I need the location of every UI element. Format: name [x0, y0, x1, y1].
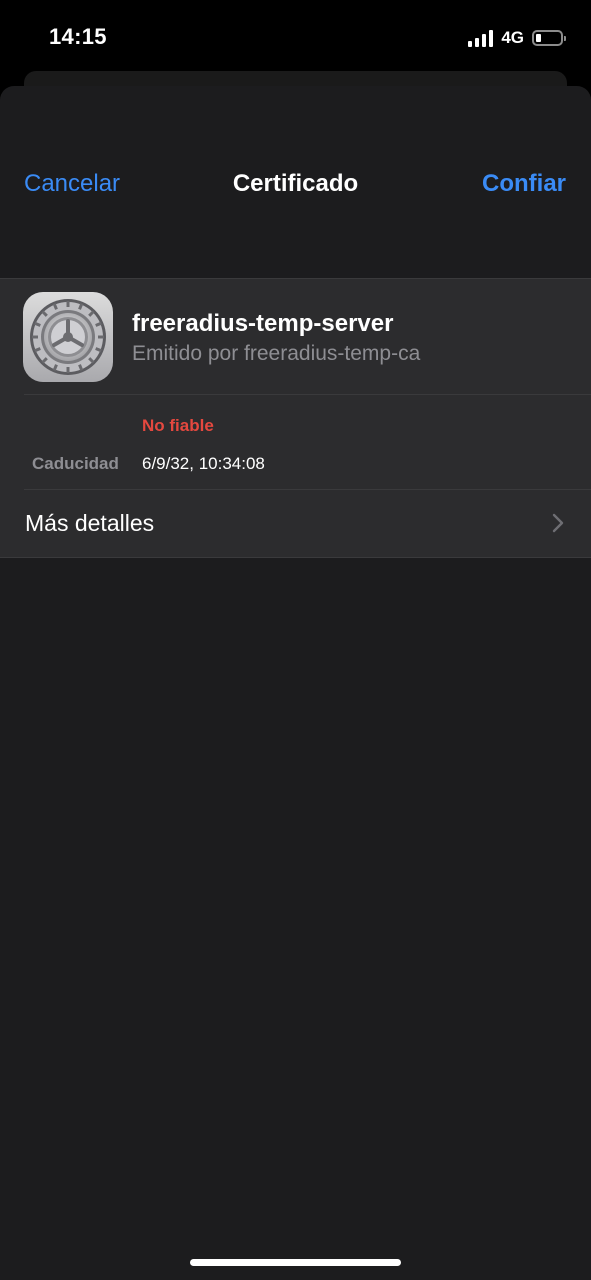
battery-icon: [532, 30, 566, 46]
battery-fill: [536, 34, 541, 42]
certificate-group: freeradius-temp-server Emitido por freer…: [0, 278, 591, 558]
divider: [24, 394, 591, 395]
status-indicators: 4G: [468, 26, 566, 50]
chevron-right-icon: [552, 513, 564, 533]
status-time: 14:15: [49, 24, 107, 49]
more-details-row[interactable]: Más detalles: [0, 490, 591, 556]
screen: 14:15 4G Cancelar Certificado Confiar fr…: [0, 0, 591, 1280]
battery-cap: [564, 36, 566, 41]
cellular-signal-icon: [468, 29, 494, 47]
status-bar: 14:15 4G: [0, 0, 591, 70]
trust-status-badge: No fiable: [142, 416, 214, 435]
settings-gear-icon: [23, 292, 113, 382]
certificate-sheet: Cancelar Certificado Confiar freeradius-…: [0, 86, 591, 1280]
home-indicator[interactable]: [190, 1259, 401, 1266]
network-type: 4G: [501, 28, 524, 47]
trust-button[interactable]: Confiar: [482, 170, 566, 198]
certificate-header: freeradius-temp-server Emitido por freer…: [0, 279, 591, 394]
certificate-issuer: Emitido por freeradius-temp-ca: [132, 342, 421, 365]
navigation-bar: Cancelar Certificado Confiar: [0, 156, 591, 212]
certificate-name: freeradius-temp-server: [132, 310, 394, 337]
expiry-value: 6/9/32, 10:34:08: [142, 454, 265, 473]
more-details-label: Más detalles: [25, 510, 155, 536]
expiry-label: Caducidad: [32, 454, 119, 473]
